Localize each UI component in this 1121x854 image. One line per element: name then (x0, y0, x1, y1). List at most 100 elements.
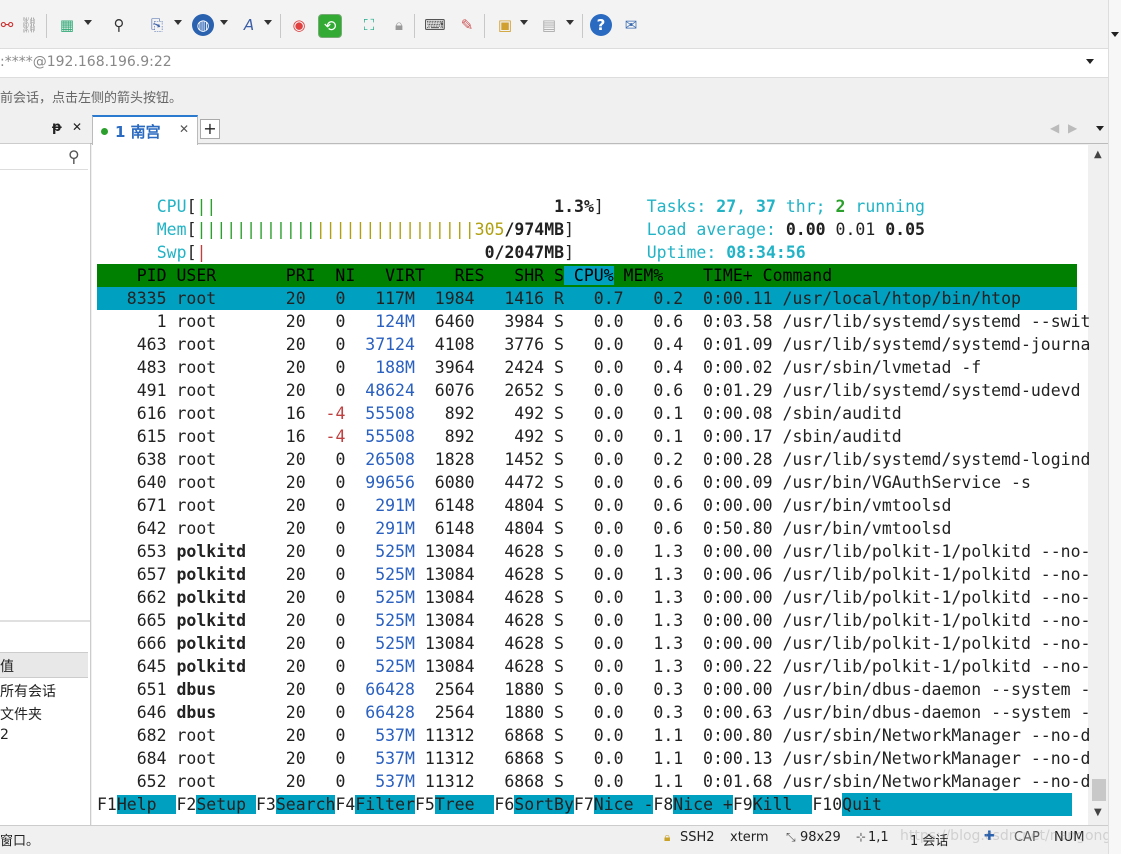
fkey-f9[interactable]: F9 (733, 795, 753, 814)
resize-icon: ⤡ (786, 830, 796, 844)
process-row[interactable]: 665 polkitd 20 0 525M 13084 4628 S 0.0 1… (97, 609, 1111, 632)
chat-icon[interactable]: ✉ (620, 14, 642, 36)
process-row[interactable]: 684 root 20 0 537M 11312 6868 S 0.0 1.1 … (97, 747, 1111, 770)
column-header-user[interactable]: USER (167, 266, 266, 285)
process-row[interactable]: 646 dbus 20 0 66428 2564 1880 S 0.0 0.3 … (97, 701, 1111, 724)
fkey-f7[interactable]: F7 (574, 795, 594, 814)
tab-scroll-left-icon[interactable]: ◀ (1050, 121, 1059, 135)
fkey-f5[interactable]: F5 (415, 795, 435, 814)
process-row[interactable]: 463 root 20 0 37124 4108 3776 S 0.0 0.4 … (97, 333, 1111, 356)
address-dropdown-icon[interactable] (1086, 59, 1094, 64)
layout-icon[interactable]: ▤ (538, 14, 560, 36)
new-window-icon[interactable]: ▦ (56, 14, 78, 36)
terminal-scrollbar[interactable]: ▲ ▼ (1090, 145, 1108, 825)
column-header-cpu[interactable]: CPU% (563, 266, 614, 285)
scroll-down-icon[interactable]: ▼ (1094, 807, 1102, 818)
cell-user: polkitd (166, 634, 266, 653)
fkey-label[interactable]: Nice + (673, 795, 733, 814)
globe-icon[interactable]: ◍ (192, 14, 214, 36)
process-row[interactable]: 642 root 20 0 291M 6148 4804 S 0.0 0.6 0… (97, 517, 1077, 540)
fkey-label[interactable]: Tree (434, 795, 495, 814)
cell-time: 0:00.11 (683, 289, 773, 308)
column-header-mem[interactable]: MEM% (614, 266, 664, 285)
fkey-f1[interactable]: F1 (97, 795, 117, 814)
process-row[interactable]: 640 root 20 0 99656 6080 4472 S 0.0 0.6 … (97, 471, 1077, 494)
search-icon[interactable]: ⚲ (68, 147, 80, 166)
fkey-f6[interactable]: F6 (494, 795, 514, 814)
process-row[interactable]: 653 polkitd 20 0 525M 13084 4628 S 0.0 1… (97, 540, 1111, 563)
cell-mem: 1.3 (623, 565, 684, 584)
keyboard-icon[interactable]: ⌨ (424, 14, 446, 36)
column-header-res[interactable]: RES (425, 266, 485, 285)
column-header-time[interactable]: TIME+ (663, 266, 753, 285)
fkey-label[interactable]: Setup (196, 795, 256, 814)
disconnect-icon[interactable]: ⚯ (0, 14, 18, 36)
address-bar[interactable]: :****@192.168.196.9:22 (0, 49, 1108, 78)
terminal[interactable]: CPU[|| 1.3%] Mem[|||||||||||||||||||||||… (92, 145, 1111, 825)
fullscreen-icon[interactable]: ⛶ (358, 14, 380, 36)
snail-icon[interactable]: ◉ (288, 14, 310, 36)
process-row[interactable]: 671 root 20 0 291M 6148 4804 S 0.0 0.6 0… (97, 494, 1077, 517)
fkey-f10[interactable]: F10 (812, 795, 842, 814)
column-header-ni[interactable]: NI (316, 266, 355, 285)
fkey-label[interactable]: Help (116, 795, 177, 814)
tab-scroll-right-icon[interactable]: ▶ (1068, 121, 1077, 135)
cell-virt: 537M (345, 772, 415, 791)
search-icon[interactable]: ⚲ (108, 14, 130, 36)
column-header-shr[interactable]: SHR (484, 266, 544, 285)
cell-pri: 16 (265, 404, 306, 423)
process-row[interactable]: 652 root 20 0 537M 11312 6868 S 0.0 1.1 … (97, 770, 1111, 793)
process-row[interactable]: 638 root 20 0 26508 1828 1452 S 0.0 0.2 … (97, 448, 1091, 471)
tab-menu-icon[interactable] (1096, 126, 1104, 131)
column-header-command[interactable]: Command (753, 264, 1083, 287)
session-search-input[interactable]: ⚲ (0, 145, 88, 170)
fkey-f8[interactable]: F8 (653, 795, 673, 814)
process-row[interactable]: 682 root 20 0 537M 11312 6868 S 0.0 1.1 … (97, 724, 1111, 747)
fkey-label[interactable]: Nice - (593, 795, 654, 814)
process-row[interactable]: 1 root 20 0 124M 6460 3984 S 0.0 0.6 0:0… (97, 310, 1111, 333)
tab-close-icon[interactable]: ✕ (179, 122, 189, 136)
column-header-s[interactable]: S (544, 266, 564, 285)
fkey-label[interactable]: SortBy (514, 795, 574, 814)
toolbar-overflow-icon[interactable] (1111, 32, 1119, 37)
column-header-pri[interactable]: PRI (266, 266, 316, 285)
transfer-icon[interactable]: ⟲ (318, 14, 342, 38)
column-header-virt[interactable]: VIRT (355, 266, 425, 285)
add-tab-button[interactable]: + (200, 119, 220, 139)
lock-icon[interactable]: 🔒︎ (388, 14, 410, 36)
process-row[interactable]: 615 root 16 -4 55508 892 492 S 0.0 0.1 0… (97, 425, 1077, 448)
process-row[interactable]: 657 polkitd 20 0 525M 13084 4628 S 0.0 1… (97, 563, 1111, 586)
fkey-label[interactable]: Quit (842, 793, 1073, 816)
fkey-label[interactable]: Filter (355, 795, 415, 814)
scroll-up-icon[interactable]: ▲ (1094, 149, 1102, 160)
font-icon[interactable]: A (238, 14, 260, 36)
fkey-f2[interactable]: F2 (176, 795, 196, 814)
fkey-label[interactable]: Kill (752, 795, 813, 814)
process-row[interactable]: 666 polkitd 20 0 525M 13084 4628 S 0.0 1… (97, 632, 1111, 655)
cell-mem: 1.1 (623, 726, 684, 745)
process-row[interactable]: 491 root 20 0 48624 6076 2652 S 0.0 0.6 … (97, 379, 1081, 402)
link-icon[interactable]: ⛓ (18, 14, 40, 36)
tab-session-1[interactable]: 1 南宫 ✕ (92, 115, 198, 145)
process-row[interactable]: 645 polkitd 20 0 525M 13084 4628 S 0.0 1… (97, 655, 1111, 678)
process-row[interactable]: 616 root 16 -4 55508 892 492 S 0.0 0.1 0… (97, 402, 1077, 425)
process-row[interactable]: 483 root 20 0 188M 3964 2424 S 0.0 0.4 0… (97, 356, 1077, 379)
column-header-pid[interactable]: PID (97, 266, 167, 285)
cell-s: S (544, 473, 564, 492)
pin-icon[interactable]: ᵽ (52, 120, 62, 135)
pen-icon[interactable]: ✎ (456, 14, 478, 36)
help-icon[interactable]: ? (590, 14, 612, 36)
add-folder-icon[interactable]: ▣ (494, 14, 516, 36)
copy-icon[interactable]: ⎘ (146, 14, 168, 36)
fkey-f4[interactable]: F4 (335, 795, 355, 814)
fkey-f3[interactable]: F3 (256, 795, 276, 814)
cell-time: 0:01.29 (683, 381, 773, 400)
process-row[interactable]: 8335 root 20 0 117M 1984 1416 R 0.7 0.2 … (97, 287, 1077, 310)
fkey-label[interactable]: Search (275, 795, 336, 814)
close-icon[interactable]: ✕ (72, 120, 82, 134)
process-table-header[interactable]: PID USER PRI NI VIRT RES SHR S CPU% MEM%… (97, 264, 1077, 287)
process-row[interactable]: 662 polkitd 20 0 525M 13084 4628 S 0.0 1… (97, 586, 1111, 609)
process-row[interactable]: 651 dbus 20 0 66428 2564 1880 S 0.0 0.3 … (97, 678, 1111, 701)
cell-virt: 525M (345, 657, 415, 676)
scrollbar-thumb[interactable] (1092, 779, 1106, 801)
